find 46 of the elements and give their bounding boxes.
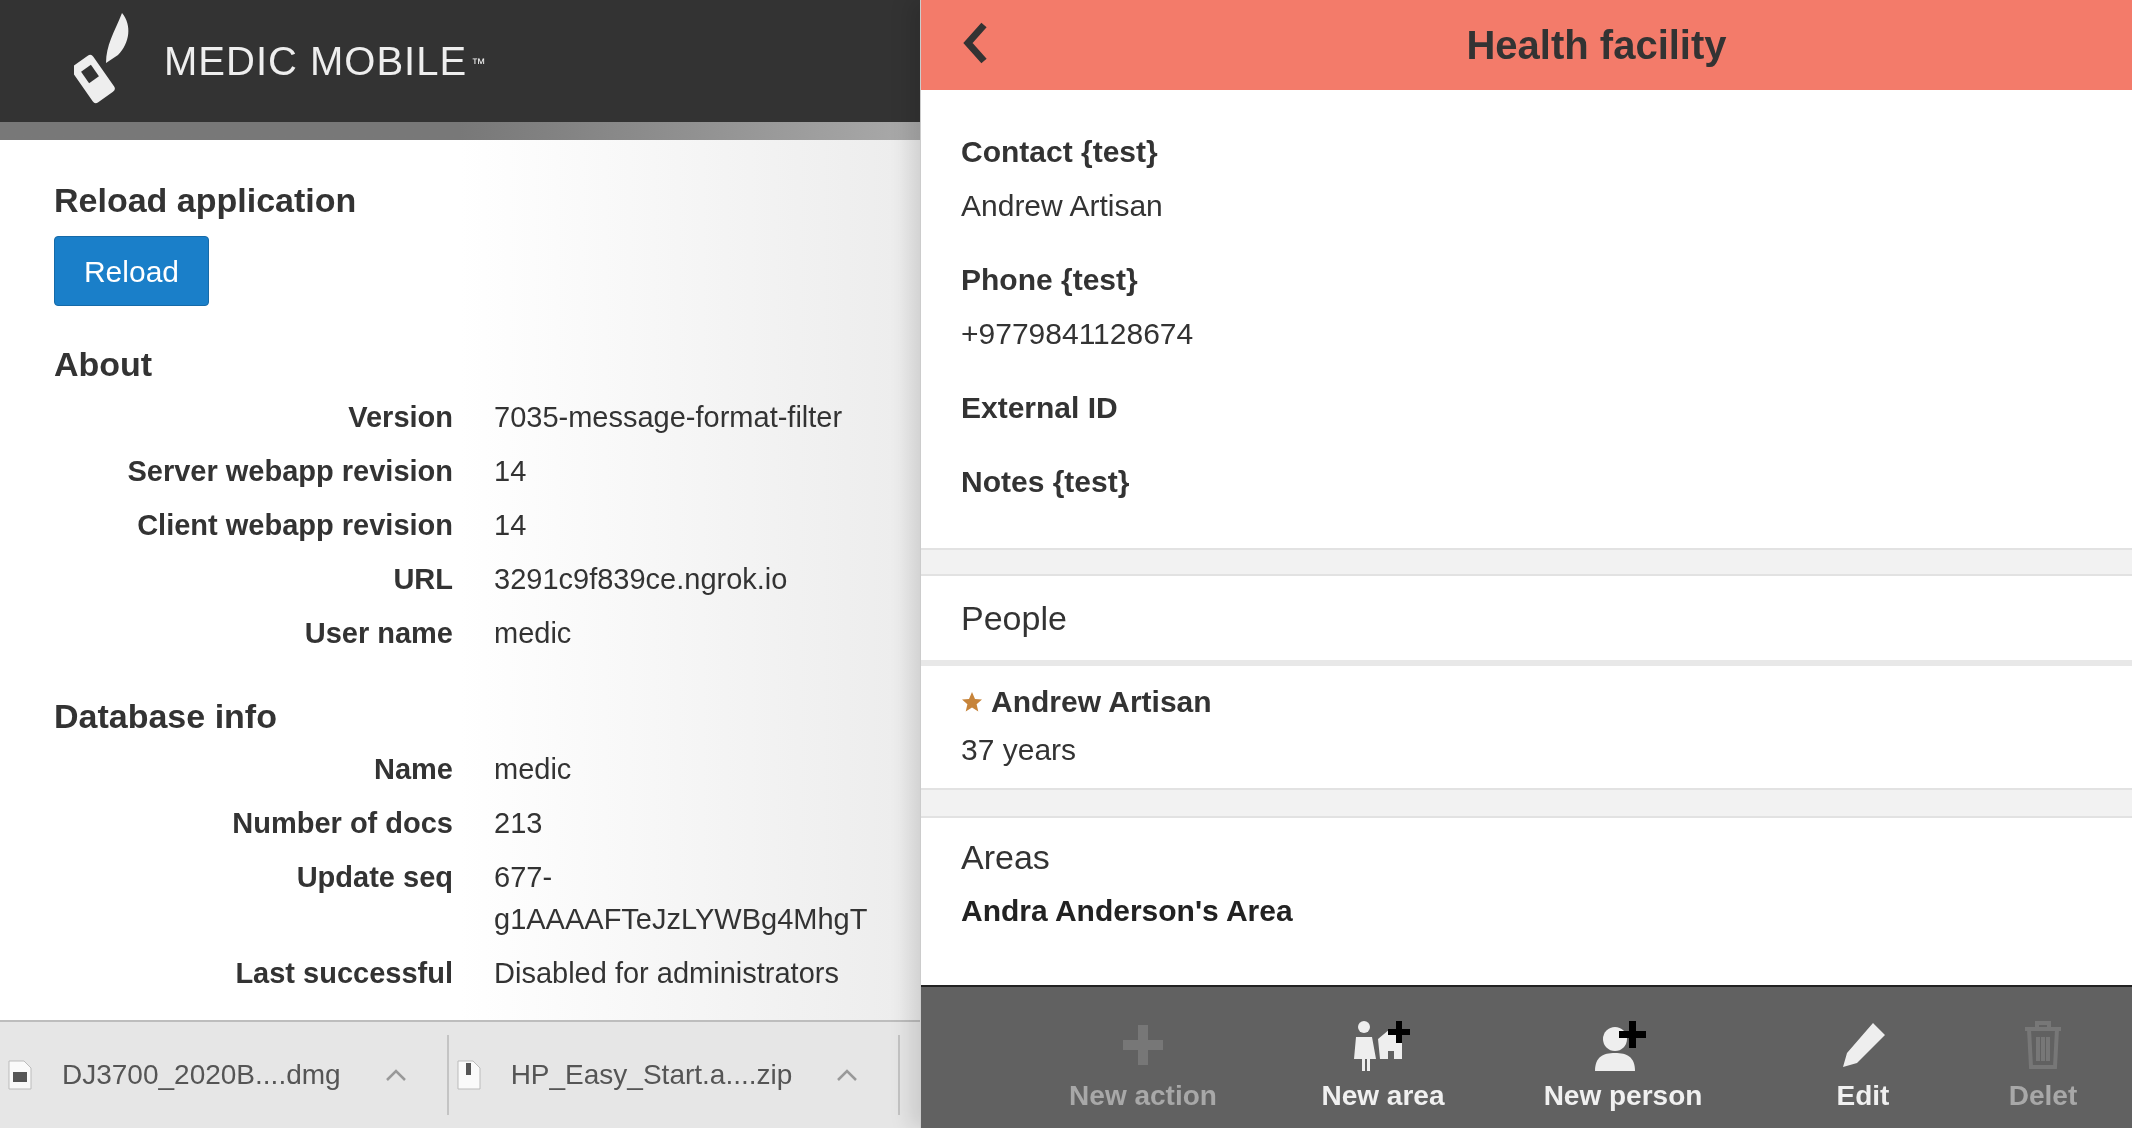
field-label: External ID bbox=[961, 390, 1119, 426]
download-item[interactable]: HP_Easy_Start.a....zip bbox=[456, 1054, 793, 1096]
caret-up-icon[interactable] bbox=[384, 1068, 407, 1082]
info-label: Client webapp revision bbox=[136, 508, 453, 543]
field-value: +9779841128674 bbox=[961, 316, 1195, 352]
download-item[interactable]: DJ3700_2020B....dmg bbox=[8, 1054, 341, 1096]
reload-button[interactable]: Reload bbox=[54, 236, 209, 306]
info-label: URL bbox=[392, 562, 453, 597]
section-heading: About bbox=[54, 344, 154, 385]
info-value: 677- g1AAAAFTeJzLYWBg4MhgT bbox=[494, 860, 869, 937]
info-value: 3291c9f839ce.ngrok.io bbox=[494, 562, 789, 597]
info-label: Name bbox=[373, 752, 453, 787]
section-title: People bbox=[961, 597, 1067, 639]
logo-text: MEDIC MOBILE$^{™}$ bbox=[164, 38, 487, 85]
info-value: 7035-message-format-filter bbox=[494, 400, 844, 435]
action-button[interactable]: Edit bbox=[1836, 1015, 1890, 1117]
person-age: 37 years bbox=[961, 732, 1078, 768]
section-heading: Database info bbox=[54, 696, 278, 737]
info-label: Update seq bbox=[295, 860, 453, 895]
info-value: medic bbox=[494, 616, 573, 651]
area-name: Andra Anderson's Area bbox=[961, 894, 1293, 927]
field-label: Notes {test} bbox=[961, 464, 1131, 500]
field-label: Phone {test} bbox=[961, 262, 1139, 298]
caret-up-icon[interactable] bbox=[836, 1068, 859, 1082]
action-button[interactable]: New person bbox=[1543, 1015, 1703, 1117]
field-label: Contact {test} bbox=[961, 134, 1159, 170]
info-label: User name bbox=[303, 616, 453, 651]
info-value: Disabled for administrators bbox=[494, 956, 840, 991]
info-label: Version bbox=[347, 400, 453, 435]
info-label: Number of docs bbox=[231, 806, 453, 841]
chevron-left-icon bbox=[962, 21, 988, 65]
info-label: Last successful bbox=[234, 956, 453, 991]
info-value: 14 bbox=[494, 508, 528, 543]
file-icon bbox=[8, 1060, 32, 1090]
zip-file-icon bbox=[456, 1060, 481, 1090]
page-title: Health facility bbox=[1466, 22, 1727, 69]
section-heading: Reload application bbox=[54, 180, 358, 221]
info-value: 14 bbox=[494, 454, 528, 489]
action-button[interactable]: New area bbox=[1321, 1015, 1445, 1117]
trademark: ™ bbox=[471, 55, 487, 71]
section-title: Areas bbox=[961, 838, 1050, 876]
field-value: Andrew Artisan bbox=[961, 188, 1164, 224]
info-value: 213 bbox=[494, 806, 544, 841]
person-name: Andrew Artisan bbox=[991, 684, 1212, 720]
info-label: Server webapp revision bbox=[126, 454, 453, 489]
info-value: medic bbox=[494, 752, 573, 787]
